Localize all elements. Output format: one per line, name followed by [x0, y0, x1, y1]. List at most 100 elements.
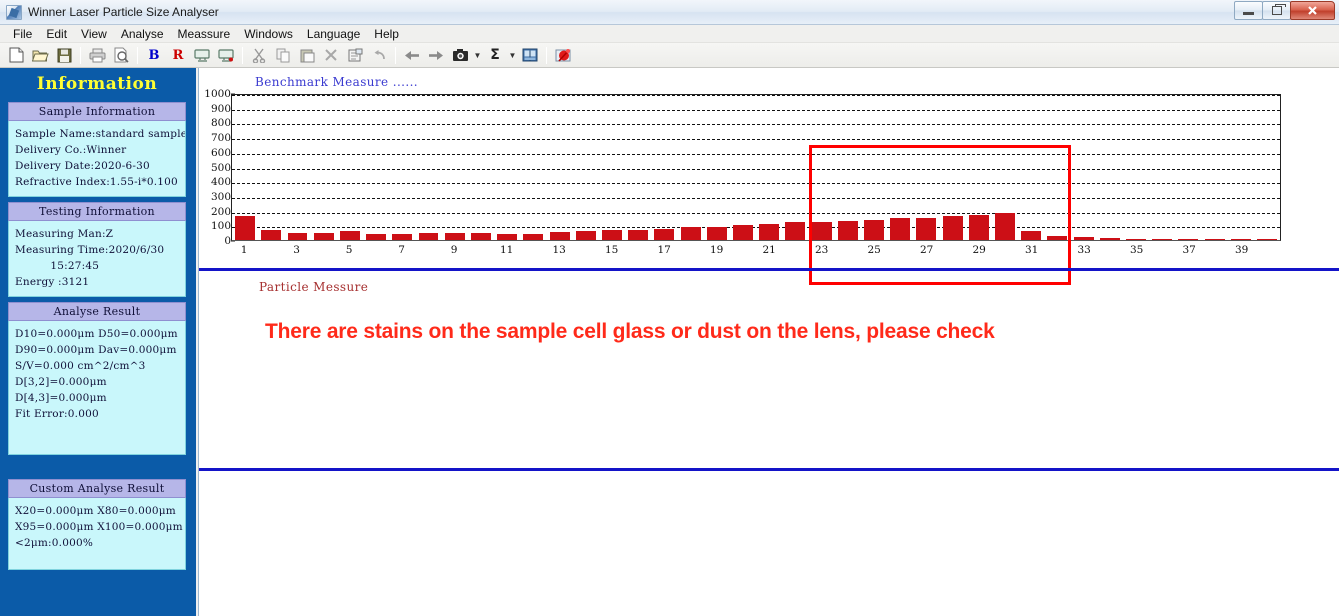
chart-x-tick-blank [677, 244, 703, 264]
panel-sample-information: Sample Information Sample Name:standard … [8, 102, 186, 197]
fit-error-line: Fit Error:0.000 [15, 408, 99, 420]
chart-x-tick-blank [310, 244, 336, 264]
toolbar-separator [242, 46, 243, 64]
panel-header-custom-analyse-result: Custom Analyse Result [8, 479, 186, 498]
benchmark-chart: 1000 900 800 700 600 500 400 300 200 100 0 1 3 5 7 9 11… [199, 88, 1339, 269]
monitor-icon[interactable] [191, 45, 213, 66]
chart-bar [261, 230, 282, 240]
below-2um-line: <2μm:0.000% [15, 537, 94, 549]
highlight-region-box [808, 145, 1071, 285]
chart-bar [654, 228, 675, 240]
blue-b-icon[interactable]: B [143, 45, 165, 66]
chart-bar [470, 233, 491, 240]
menu-item-help[interactable]: Help [367, 26, 406, 42]
chart-x-tick-blank [730, 244, 756, 264]
new-icon[interactable] [5, 45, 27, 66]
chart-bar [366, 234, 387, 240]
arrow-right-icon[interactable] [425, 45, 447, 66]
chart-bar [1099, 238, 1120, 240]
camera-icon[interactable] [449, 45, 471, 66]
report-book-icon[interactable] [519, 45, 541, 66]
menu-item-file[interactable]: File [6, 26, 39, 42]
menu-item-measure[interactable]: Meassure [171, 26, 238, 42]
paste-icon[interactable] [296, 45, 318, 66]
panel-header-testing-information: Testing Information [8, 202, 186, 221]
chart-x-tick-label: 5 [345, 244, 353, 256]
menu-item-view[interactable]: View [74, 26, 114, 42]
restore-button[interactable] [1262, 1, 1291, 20]
sigma-icon[interactable]: Σ [484, 45, 506, 66]
chart-x-tick-blank [1255, 244, 1281, 264]
chart-x-tick-blank [1202, 244, 1228, 264]
red-r-icon[interactable]: R [167, 45, 189, 66]
d90-dav-line: D90=0.000μm Dav=0.000μm [15, 344, 177, 356]
alarm-red-icon[interactable] [552, 45, 574, 66]
chart-bar [1257, 239, 1277, 240]
delete-x-icon[interactable] [320, 45, 342, 66]
chart-x-tick-label: 15 [604, 244, 619, 256]
delivery-co-line: Delivery Co.:Winner [15, 144, 127, 156]
chart-y-tick-label: 900 [210, 102, 231, 115]
chart-y-tick-label: 500 [210, 161, 231, 174]
menu-item-windows[interactable]: Windows [237, 26, 300, 42]
chart-bar [706, 227, 727, 240]
cut-scissors-icon[interactable] [248, 45, 270, 66]
chart-bar [497, 234, 518, 240]
d10-d50-line: D10=0.000μm D50=0.000μm [15, 328, 178, 340]
save-disk-icon[interactable] [53, 45, 75, 66]
menu-item-analyse[interactable]: Analyse [114, 26, 171, 42]
print-preview-icon[interactable] [110, 45, 132, 66]
chart-bar [549, 232, 570, 240]
toolbar-separator [80, 46, 81, 64]
chart-x-tick-label: 33 [1077, 244, 1091, 256]
print-icon[interactable] [86, 45, 108, 66]
x20-x80-line: X20=0.000μm X80=0.000μm [15, 505, 176, 517]
chart-bar [339, 231, 360, 240]
chart-y-tick-label: 400 [210, 176, 231, 189]
arrow-left-icon[interactable] [401, 45, 423, 66]
chart-x-tick-label: 37 [1182, 244, 1196, 256]
sidebar-title: Information [36, 74, 158, 94]
open-folder-icon[interactable] [29, 45, 51, 66]
chart-x-tick-label: 19 [709, 244, 724, 256]
refractive-index-line: Refractive Index:1.55-i*0.100 [15, 176, 178, 188]
chart-x-tick-label: 7 [398, 244, 405, 256]
chart-bars [232, 95, 1280, 240]
chart-bar [287, 233, 308, 240]
chart-y-axis: 1000 900 800 700 600 500 400 300 200 100 0 [199, 88, 235, 247]
chart-x-tick-blank [467, 244, 493, 264]
monitor-red-dot-icon[interactable] [215, 45, 237, 66]
camera-dropdown-arrow-icon[interactable]: ▼ [472, 45, 483, 66]
window-controls [1234, 1, 1335, 20]
chart-x-tick-blank [625, 244, 651, 264]
undo-icon[interactable] [368, 45, 390, 66]
properties-icon[interactable] [344, 45, 366, 66]
minimize-button[interactable] [1234, 1, 1263, 20]
panel-body-sample-information: Sample Name:standard sample 2 Delivery C… [8, 121, 186, 197]
warning-message: There are stains on the sample cell glas… [265, 320, 995, 343]
pane-divider-top [199, 268, 1339, 271]
chart-x-tick-blank [362, 244, 388, 264]
menu-item-edit[interactable]: Edit [39, 26, 74, 42]
chart-x-tick-blank [520, 244, 546, 264]
close-button[interactable] [1290, 1, 1335, 20]
application-window: Winner Laser Particle Size Analyser File… [0, 0, 1339, 616]
chart-y-tick-label: 200 [210, 205, 231, 218]
chart-bar [1073, 237, 1094, 240]
sigma-dropdown-arrow-icon[interactable]: ▼ [507, 45, 518, 66]
chart-bar [1178, 239, 1199, 240]
panel-header-analyse-result: Analyse Result [8, 302, 186, 321]
sample-name-line: Sample Name:standard sample 2 [15, 128, 186, 140]
delivery-date-line: Delivery Date:2020-6-30 [15, 160, 150, 172]
panel-body-analyse-result: D10=0.000μm D50=0.000μm D90=0.000μm Dav=… [8, 321, 186, 455]
panel-custom-analyse-result: Custom Analyse Result X20=0.000μm X80=0.… [8, 479, 186, 570]
copy-icon[interactable] [272, 45, 294, 66]
panel-analyse-result: Analyse Result D10=0.000μm D50=0.000μm D… [8, 302, 186, 455]
chart-x-axis: 1 3 5 7 9 11 13 15 17 19 21 23 25 27 29 31 33 35 37 39 [231, 244, 1281, 264]
menu-item-language[interactable]: Language [300, 26, 367, 42]
d32-line: D[3,2]=0.000μm [15, 376, 107, 388]
sv-line: S/V=0.000 cm^2/cm^3 [15, 360, 146, 372]
chart-x-tick-blank [1097, 244, 1123, 264]
chart-y-tick-label: 100 [210, 220, 231, 233]
chart-bar [392, 234, 413, 240]
